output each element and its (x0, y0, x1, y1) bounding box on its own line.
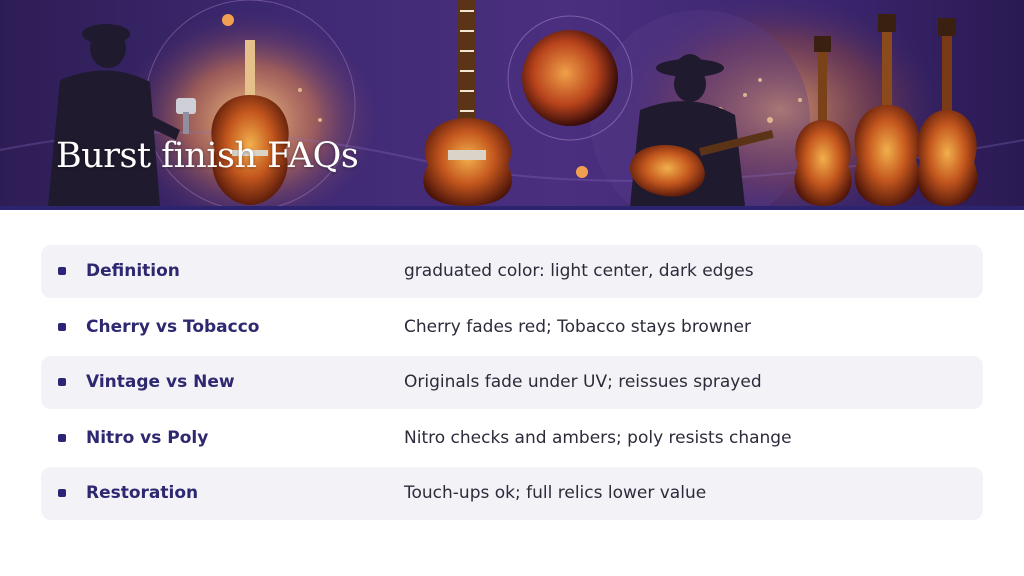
faq-term: Definition (86, 261, 180, 281)
faq-row: Nitro vs Poly Nitro checks and ambers; p… (41, 412, 983, 465)
faq-term: Restoration (86, 483, 199, 503)
bullet-icon (58, 378, 66, 386)
faq-term: Vintage vs New (86, 372, 235, 392)
faq-term: Cherry vs Tobacco (86, 316, 260, 337)
faq-list: Definition graduated color: light center… (41, 245, 983, 523)
bullet-icon (58, 322, 66, 331)
page-title: Burst finish FAQs (56, 136, 359, 176)
faq-row: Restoration Touch-ups ok; full relics lo… (41, 467, 983, 520)
bullet-icon (58, 433, 66, 442)
faq-row: Cherry vs Tobacco Cherry fades red; Toba… (41, 301, 983, 354)
header-banner: Burst finish FAQs (0, 0, 1024, 210)
faq-answer: Nitro checks and ambers; poly resists ch… (404, 427, 792, 448)
faq-row: Definition graduated color: light center… (41, 245, 983, 298)
faq-row: Vintage vs New Originals fade under UV; … (41, 356, 983, 409)
faq-answer: graduated color: light center, dark edge… (404, 261, 754, 281)
faq-answer: Touch-ups ok; full relics lower value (404, 483, 707, 503)
faq-answer: Cherry fades red; Tobacco stays browner (404, 316, 751, 337)
faq-term: Nitro vs Poly (86, 427, 209, 448)
bullet-icon (58, 267, 66, 275)
faq-answer: Originals fade under UV; reissues spraye… (404, 372, 762, 392)
bullet-icon (58, 489, 66, 497)
